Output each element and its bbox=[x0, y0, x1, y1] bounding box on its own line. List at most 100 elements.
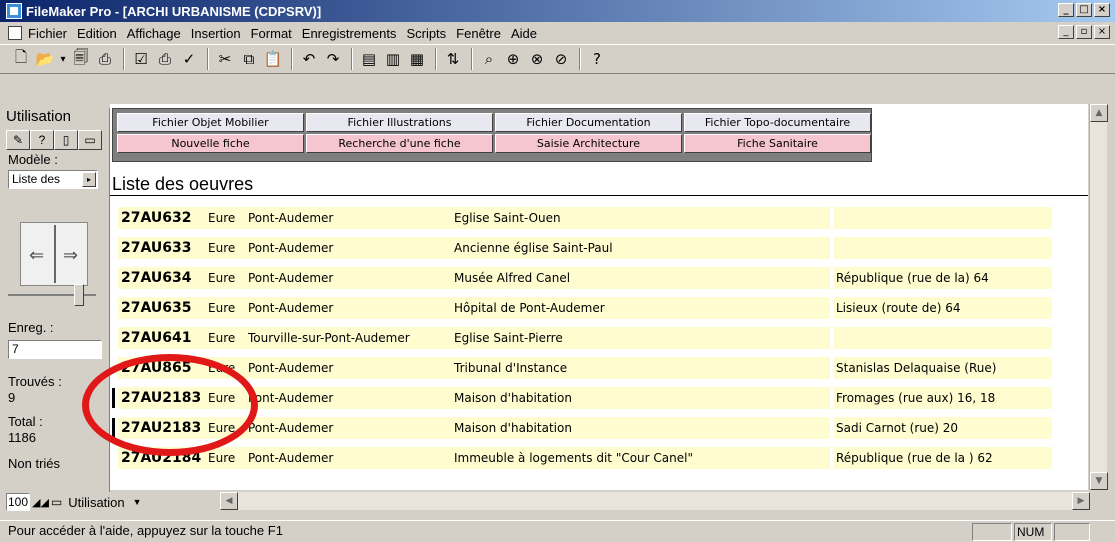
fiche-sanitaire-button[interactable]: Fiche Sanitaire bbox=[684, 134, 871, 153]
close-button[interactable]: × bbox=[1094, 3, 1110, 17]
new-file-icon[interactable]: 🗋 bbox=[10, 48, 32, 70]
close-file-icon[interactable]: 🗐 bbox=[70, 48, 92, 70]
record-address[interactable]: Stanislas Delaquaise (Rue) bbox=[834, 357, 1052, 379]
dropdown-arrow-icon[interactable]: ▾ bbox=[58, 48, 68, 70]
record-address[interactable]: République (rue de la) 64 bbox=[834, 267, 1052, 289]
record-name[interactable]: Eglise Saint-Pierre bbox=[448, 327, 830, 349]
record-address[interactable] bbox=[834, 207, 1052, 229]
layout-dropdown-arrow-icon[interactable]: ▸ bbox=[82, 172, 96, 187]
topo-documentaire-button[interactable]: Fichier Topo-documentaire bbox=[684, 113, 871, 132]
copy-icon[interactable]: ⧉ bbox=[238, 48, 260, 70]
record-name[interactable]: Ancienne église Saint-Paul bbox=[448, 237, 830, 259]
record-departement[interactable]: Eure bbox=[208, 267, 248, 289]
table-row[interactable]: 27AU633 Eure Pont-Audemer Ancienne église S… bbox=[110, 234, 1088, 260]
table-row[interactable]: 27AU635 Eure Pont-Audemer Hôpital de Pont-A… bbox=[110, 294, 1088, 320]
zoom-level[interactable]: 100 bbox=[6, 493, 30, 511]
menu-aide[interactable]: Aide bbox=[511, 26, 537, 41]
record-name[interactable]: Tribunal d'Instance bbox=[448, 357, 830, 379]
record-ref[interactable]: 27AU632 bbox=[118, 207, 208, 229]
table-row[interactable]: 27AU2184 Eure Pont-Audemer Immeuble à logem… bbox=[110, 444, 1088, 470]
document-icon[interactable] bbox=[8, 26, 22, 40]
horizontal-scrollbar[interactable]: ◀ ▶ bbox=[220, 492, 1090, 510]
record-commune[interactable]: Pont-Audemer bbox=[248, 357, 448, 379]
menu-fichier[interactable]: Fichier bbox=[28, 26, 67, 41]
scroll-down-icon[interactable]: ▼ bbox=[1090, 472, 1108, 490]
menu-edition[interactable]: Edition bbox=[77, 26, 117, 41]
scroll-up-icon[interactable]: ▲ bbox=[1090, 104, 1108, 122]
menu-insertion[interactable]: Insertion bbox=[191, 26, 241, 41]
record-commune[interactable]: Pont-Audemer bbox=[248, 237, 448, 259]
table-row[interactable]: 27AU641 Eure Tourville-sur-Pont-Audemer Egl… bbox=[110, 324, 1088, 350]
zoom-out-icon[interactable]: ◢ bbox=[32, 496, 40, 509]
print-icon[interactable]: ⎙ bbox=[154, 48, 176, 70]
menu-affichage[interactable]: Affichage bbox=[127, 26, 181, 41]
search-record-button[interactable]: Recherche d'une fiche bbox=[306, 134, 493, 153]
preview-mode-icon[interactable]: ▭ bbox=[78, 130, 102, 150]
minimize-button[interactable]: _ bbox=[1058, 3, 1074, 17]
new-record-button[interactable]: Nouvelle fiche bbox=[117, 134, 304, 153]
record-departement[interactable]: Eure bbox=[208, 327, 248, 349]
objet-mobilier-button[interactable]: Fichier Objet Mobilier bbox=[117, 113, 304, 132]
record-ref[interactable]: 27AU634 bbox=[118, 267, 208, 289]
record-commune[interactable]: Pont-Audemer bbox=[248, 447, 448, 469]
find-all-icon[interactable]: ⊕ bbox=[502, 48, 524, 70]
record-commune[interactable]: Pont-Audemer bbox=[248, 417, 448, 439]
record-name[interactable]: Musée Alfred Canel bbox=[448, 267, 830, 289]
next-record-icon[interactable]: ⇒ bbox=[63, 245, 78, 266]
record-departement[interactable]: Eure bbox=[208, 447, 248, 469]
zoom-in-icon[interactable]: ◢ bbox=[40, 496, 48, 509]
omit-icon[interactable]: ⊗ bbox=[526, 48, 548, 70]
record-number-input[interactable]: 7 bbox=[8, 340, 102, 359]
table-row[interactable]: 27AU865 Eure Pont-Audemer Tribunal d'Instan… bbox=[110, 354, 1088, 380]
mode-popup[interactable]: Utilisation ▼ bbox=[68, 495, 141, 510]
record-ref[interactable]: 27AU633 bbox=[118, 237, 208, 259]
record-departement[interactable]: Eure bbox=[208, 297, 248, 319]
record-name[interactable]: Immeuble à logements dit "Cour Canel" bbox=[448, 447, 830, 469]
record-name[interactable]: Maison d'habitation bbox=[448, 417, 830, 439]
browse-mode-icon[interactable]: ✎ bbox=[6, 130, 30, 150]
undo-icon[interactable]: ↶ bbox=[298, 48, 320, 70]
sort-icon[interactable]: ⇅ bbox=[442, 48, 464, 70]
illustrations-button[interactable]: Fichier Illustrations bbox=[306, 113, 493, 132]
record-address[interactable] bbox=[834, 237, 1052, 259]
documentation-button[interactable]: Fichier Documentation bbox=[495, 113, 682, 132]
record-ref[interactable]: 27AU641 bbox=[118, 327, 208, 349]
record-name[interactable]: Hôpital de Pont-Audemer bbox=[448, 297, 830, 319]
record-ref[interactable]: 27AU635 bbox=[118, 297, 208, 319]
replace-icon[interactable]: ⊘ bbox=[550, 48, 572, 70]
find-icon[interactable]: ⌕ bbox=[478, 48, 500, 70]
doc-restore-button[interactable]: ▫ bbox=[1076, 25, 1092, 39]
scroll-right-icon[interactable]: ▶ bbox=[1072, 492, 1090, 510]
find-mode-icon[interactable]: ? bbox=[30, 130, 54, 150]
status-area-toggle-icon[interactable]: ▭ bbox=[51, 495, 62, 509]
menu-format[interactable]: Format bbox=[251, 26, 292, 41]
record-name[interactable]: Eglise Saint-Ouen bbox=[448, 207, 830, 229]
record-name[interactable]: Maison d'habitation bbox=[448, 387, 830, 409]
saisie-architecture-button[interactable]: Saisie Architecture bbox=[495, 134, 682, 153]
doc-minimize-button[interactable]: _ bbox=[1058, 25, 1074, 39]
spellcheck-icon[interactable]: ✓ bbox=[178, 48, 200, 70]
help-icon[interactable]: ? bbox=[586, 48, 608, 70]
layout-mode-icon[interactable]: ▯ bbox=[54, 130, 78, 150]
record-address[interactable]: Sadi Carnot (rue) 20 bbox=[834, 417, 1052, 439]
table-row[interactable]: 27AU634 Eure Pont-Audemer Musée Alfred Cane… bbox=[110, 264, 1088, 290]
record-commune[interactable]: Pont-Audemer bbox=[248, 207, 448, 229]
doc-close-button[interactable]: × bbox=[1094, 25, 1110, 39]
record-commune[interactable]: Pont-Audemer bbox=[248, 297, 448, 319]
checkbox-icon[interactable]: ☑ bbox=[130, 48, 152, 70]
table-row[interactable]: 27AU2183 Eure Pont-Audemer Maison d'habitat… bbox=[110, 414, 1088, 440]
record-departement[interactable]: Eure bbox=[208, 207, 248, 229]
menu-scripts[interactable]: Scripts bbox=[406, 26, 446, 41]
paste-icon[interactable]: 📋 bbox=[262, 48, 284, 70]
cut-icon[interactable]: ✂ bbox=[214, 48, 236, 70]
record-address[interactable]: Fromages (rue aux) 16, 18 bbox=[834, 387, 1052, 409]
delete-record-icon[interactable]: ▦ bbox=[406, 48, 428, 70]
record-slider-thumb[interactable] bbox=[74, 284, 84, 306]
scroll-left-icon[interactable]: ◀ bbox=[220, 492, 238, 510]
mode-dropdown-arrow-icon[interactable]: ▼ bbox=[133, 497, 142, 507]
vertical-scrollbar[interactable]: ▲ ▼ bbox=[1089, 104, 1108, 490]
table-row[interactable]: 27AU632 Eure Pont-Audemer Eglise Saint-Ouen bbox=[110, 204, 1088, 230]
record-commune[interactable]: Tourville-sur-Pont-Audemer bbox=[248, 327, 448, 349]
redo-icon[interactable]: ↷ bbox=[322, 48, 344, 70]
record-departement[interactable]: Eure bbox=[208, 237, 248, 259]
